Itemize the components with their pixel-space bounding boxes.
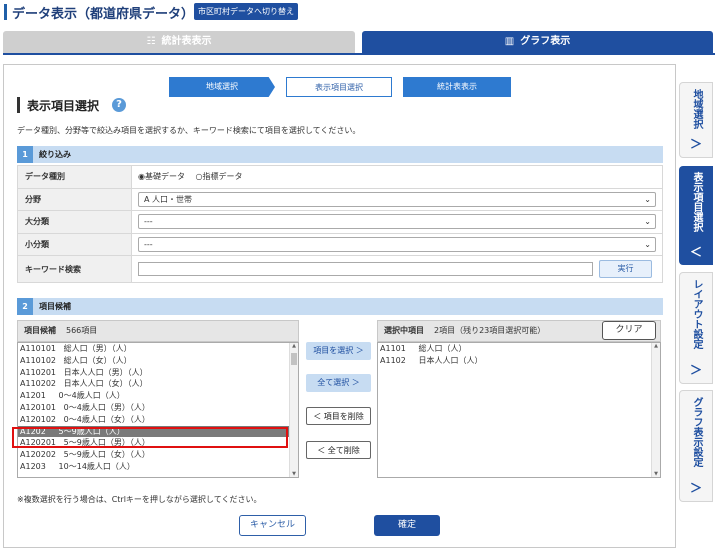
candidates-count: 566項目 bbox=[66, 326, 98, 335]
section-description: データ種別、分野等で絞込み項目を選択するか、キーワード検索にて項目を選択してくだ… bbox=[17, 126, 361, 135]
filter-band-label: 絞り込み bbox=[39, 150, 71, 159]
list-item[interactable]: A120202 5～9歳人口（女）（人） bbox=[18, 449, 298, 461]
selected-remaining: （残り23項目選択可能） bbox=[455, 326, 546, 335]
page-header: データ表示（都道府県データ） 市区町村データへ切り替え bbox=[0, 0, 715, 28]
side-tab-layout[interactable]: レイアウト設定 ＞ bbox=[679, 272, 713, 384]
chevron-right-icon: ＞ bbox=[689, 137, 702, 151]
header-accent-bar bbox=[4, 4, 7, 20]
data-type-label: データ種別 bbox=[17, 165, 132, 189]
candidates-scrollbar[interactable]: ▲ ▼ bbox=[289, 343, 298, 477]
filter-band-number: 1 bbox=[17, 146, 33, 163]
page-title: データ表示（都道府県データ） bbox=[12, 7, 195, 22]
field-select[interactable]: A 人口・世帯 ⌄ bbox=[138, 191, 656, 207]
field-select-value: A 人口・世帯 bbox=[144, 194, 193, 204]
side-tab-graph-settings-label: グラフ表示設定 bbox=[691, 397, 702, 467]
step-item-select: 表示項目選択 bbox=[286, 77, 392, 97]
field-label: 分野 bbox=[17, 187, 132, 211]
keyword-input[interactable] bbox=[138, 262, 593, 276]
side-tab-region-label: 地域選択 bbox=[691, 89, 702, 129]
scroll-up-icon[interactable]: ▲ bbox=[652, 343, 660, 349]
list-item[interactable]: A110201 日本人人口（男）（人） bbox=[18, 367, 298, 379]
list-item[interactable]: A120102 0～4歳人口（女）（人） bbox=[18, 414, 298, 426]
minor-category-label: 小分類 bbox=[17, 232, 132, 256]
selected-list[interactable]: A1101 総人口（人） A1102 日本人人口（人） ▲ ▼ bbox=[377, 342, 661, 478]
candidates-band-label: 項目候補 bbox=[39, 302, 71, 311]
scroll-up-icon[interactable]: ▲ bbox=[290, 343, 298, 349]
step-table-display: 統計表表示 bbox=[403, 77, 511, 97]
list-item[interactable]: A110202 日本人人口（女）（人） bbox=[18, 378, 298, 390]
radio-basic-data-label: 基礎データ bbox=[144, 172, 185, 182]
scroll-thumb[interactable] bbox=[291, 353, 297, 365]
select-item-button[interactable]: 項目を選択 ＞ bbox=[306, 342, 371, 360]
candidates-list[interactable]: A110101 総人口（男）（人） A110102 総人口（女）（人） A11020… bbox=[17, 342, 299, 478]
side-tab-region[interactable]: 地域選択 ＞ bbox=[679, 82, 713, 158]
confirm-button[interactable]: 確定 bbox=[374, 515, 440, 536]
run-search-button[interactable]: 実行 bbox=[599, 260, 652, 278]
tab-table-label: 統計表表示 bbox=[161, 36, 212, 47]
filter-table: データ種別 ◉基礎データ ○指標データ 分野 A 人口・世帯 ⌄ 大分類 --- ⌄… bbox=[17, 165, 663, 283]
selected-scrollbar[interactable]: ▲ ▼ bbox=[651, 343, 660, 477]
list-item[interactable]: A1102 日本人人口（人） bbox=[378, 355, 660, 367]
list-item[interactable]: A110101 総人口（男）（人） bbox=[18, 343, 298, 355]
chevron-down-icon: ⌄ bbox=[644, 217, 651, 227]
list-item[interactable]: A120101 0～4歳人口（男）（人） bbox=[18, 402, 298, 414]
candidates-list-title: 項目候補 bbox=[24, 326, 56, 335]
list-item[interactable]: A1101 総人口（人） bbox=[378, 343, 660, 355]
clear-button[interactable]: クリア bbox=[602, 321, 656, 340]
tab-graph-view[interactable]: ▥ グラフ表示 bbox=[362, 31, 713, 53]
major-category-value: --- bbox=[144, 217, 153, 227]
candidates-band: 2 項目候補 bbox=[17, 298, 663, 315]
candidates-list-header: 項目候補 566項目 bbox=[17, 320, 299, 342]
chevron-left-icon: ＜ bbox=[689, 245, 702, 259]
side-tab-graph-settings[interactable]: グラフ表示設定 ＞ bbox=[679, 390, 713, 502]
chevron-right-icon: ＞ bbox=[689, 481, 702, 495]
radio-indicator-data[interactable]: ○指標データ bbox=[196, 171, 243, 182]
chevron-down-icon: ⌄ bbox=[644, 239, 651, 249]
section-accent-bar bbox=[17, 97, 20, 113]
section-title: 表示項目選択 bbox=[27, 99, 100, 113]
keyword-label: キーワード検索 bbox=[17, 255, 132, 283]
list-item[interactable]: A1203 10～14歳人口（人） bbox=[18, 461, 298, 473]
highlight-box bbox=[12, 427, 288, 448]
help-icon[interactable]: ? bbox=[112, 98, 126, 112]
tab-underline bbox=[3, 53, 715, 55]
selected-count: 2項目 bbox=[434, 326, 456, 335]
select-all-button[interactable]: 全て選択 ＞ bbox=[306, 374, 371, 392]
filter-band: 1 絞り込み bbox=[17, 146, 663, 163]
major-category-select[interactable]: --- ⌄ bbox=[138, 214, 656, 230]
chevron-right-icon: ＞ bbox=[689, 363, 702, 377]
remove-all-button[interactable]: ＜ 全て削除 bbox=[306, 441, 371, 459]
multi-select-note: ※複数選択を行う場合は、Ctrlキーを押しながら選択してください。 bbox=[17, 495, 262, 504]
step-region-select: 地域選択 bbox=[169, 77, 275, 97]
list-item[interactable]: A110102 総人口（女）（人） bbox=[18, 355, 298, 367]
side-tab-items[interactable]: 表示項目選択 ＜ bbox=[679, 166, 713, 265]
side-tab-layout-label: レイアウト設定 bbox=[691, 279, 702, 349]
radio-basic-data[interactable]: ◉基礎データ bbox=[138, 171, 185, 182]
tab-table-view[interactable]: ☷ 統計表表示 bbox=[3, 31, 355, 53]
bar-chart-icon: ▥ bbox=[504, 36, 515, 47]
switch-municipality-button[interactable]: 市区町村データへ切り替え bbox=[194, 3, 298, 20]
scroll-down-icon[interactable]: ▼ bbox=[290, 471, 298, 477]
side-tab-items-label: 表示項目選択 bbox=[691, 172, 702, 232]
scroll-down-icon[interactable]: ▼ bbox=[652, 471, 660, 477]
list-item[interactable]: A1201 0～4歳人口（人） bbox=[18, 390, 298, 402]
remove-item-button[interactable]: ＜ 項目を削除 bbox=[306, 407, 371, 425]
tab-graph-label: グラフ表示 bbox=[520, 36, 571, 47]
radio-indicator-data-label: 指標データ bbox=[202, 172, 243, 182]
selected-list-title: 選択中項目 bbox=[384, 326, 424, 335]
cancel-button[interactable]: キャンセル bbox=[239, 515, 306, 536]
table-icon: ☷ bbox=[146, 36, 156, 47]
major-category-label: 大分類 bbox=[17, 210, 132, 234]
chevron-down-icon: ⌄ bbox=[644, 194, 651, 204]
minor-category-value: --- bbox=[144, 239, 153, 249]
minor-category-select[interactable]: --- ⌄ bbox=[138, 236, 656, 252]
candidates-band-number: 2 bbox=[17, 298, 33, 315]
